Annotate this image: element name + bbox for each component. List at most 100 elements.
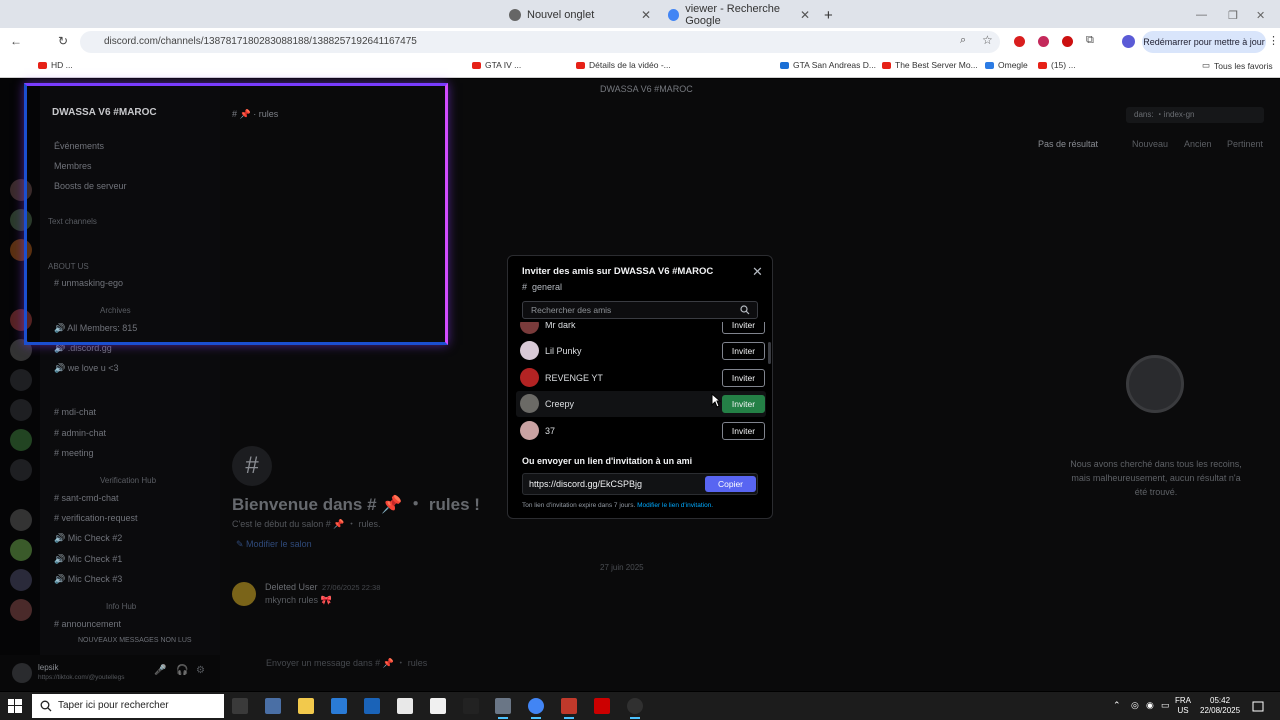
server-icon[interactable]	[10, 399, 32, 421]
window-close-button[interactable]: ✕	[1256, 4, 1265, 26]
category-label[interactable]: Verification Hub	[100, 476, 156, 485]
search-input[interactable]: dans: ・index-gn	[1126, 107, 1264, 123]
youtube-icon	[576, 61, 585, 69]
invite-button[interactable]: Inviter	[722, 322, 765, 334]
server-icon[interactable]	[10, 369, 32, 391]
friend-list: Mr dark Inviter Lil Punky Inviter REVENG…	[516, 322, 766, 444]
edit-invite-link[interactable]: Modifier le lien d'invitation.	[637, 502, 713, 509]
close-icon[interactable]: ✕	[800, 8, 810, 22]
back-icon[interactable]: ←	[10, 34, 22, 48]
headphones-icon[interactable]: 🎧	[176, 665, 188, 676]
bookmark-item[interactable]: HD ...	[38, 60, 73, 70]
channel-item[interactable]: # sant-cmd-chat	[54, 493, 119, 503]
all-bookmarks[interactable]: ▭ Tous les favoris	[1202, 60, 1273, 71]
tab-new-tab[interactable]: Nouvel onglet ✕	[509, 4, 651, 26]
channel-item[interactable]: # verification-request	[54, 513, 138, 523]
avatar[interactable]	[12, 663, 32, 683]
tab-newest[interactable]: Nouveau	[1132, 139, 1168, 149]
notification-icon[interactable]	[1252, 700, 1264, 718]
message-author[interactable]: Deleted User	[265, 582, 318, 592]
server-icon[interactable]	[10, 539, 32, 561]
tray-chevron-icon[interactable]: ⌃	[1113, 700, 1121, 711]
hash-icon: #	[232, 446, 272, 486]
app-icon[interactable]	[495, 698, 511, 719]
keyboard-language[interactable]: FRA US	[1175, 696, 1191, 716]
close-icon[interactable]: ✕	[641, 8, 651, 22]
youtube-icon[interactable]	[594, 698, 610, 714]
server-icon[interactable]	[10, 459, 32, 481]
chrome-icon[interactable]	[528, 698, 544, 719]
channel-item[interactable]: 🔊 Mic Check #1	[54, 554, 122, 565]
menu-icon[interactable]: ⋮	[1268, 34, 1279, 47]
extension-icon[interactable]	[1014, 36, 1025, 47]
bookmark-item[interactable]: (15) ...	[1038, 60, 1076, 70]
channel-item[interactable]: # meeting	[54, 448, 94, 458]
copy-button[interactable]: Copier	[705, 476, 756, 492]
channel-item[interactable]: 🔊 Mic Check #3	[54, 574, 122, 585]
bookmark-item[interactable]: GTA San Andreas D...	[780, 60, 876, 70]
microphone-app-icon[interactable]	[561, 698, 577, 719]
extensions-puzzle-icon[interactable]: ⧉	[1086, 34, 1094, 47]
close-icon[interactable]: ✕	[752, 264, 763, 280]
magnifier-icon	[1126, 355, 1184, 413]
channel-item[interactable]: 🔊 Mic Check #2	[54, 533, 122, 544]
tray-app-icon[interactable]: ◉	[1146, 700, 1154, 711]
bookmark-item[interactable]: GTA IV ...	[472, 60, 521, 70]
invite-link-label: Ou envoyer un lien d'invitation à un ami	[522, 456, 693, 466]
new-tab-button[interactable]: +	[824, 4, 833, 26]
friend-list-scrollbar[interactable]	[768, 342, 771, 364]
outlook-icon[interactable]	[364, 698, 380, 714]
channel-item[interactable]: # mdi-chat	[54, 407, 96, 417]
invite-button[interactable]: Inviter	[722, 395, 765, 413]
notepad-icon[interactable]	[397, 698, 413, 714]
bookmark-item[interactable]: Détails de la vidéo -...	[576, 60, 671, 70]
tab-oldest[interactable]: Ancien	[1184, 139, 1212, 149]
maximize-button[interactable]: ❐	[1228, 4, 1238, 26]
tray-app-icon[interactable]: ◎	[1131, 700, 1139, 711]
extension-icon[interactable]	[1038, 36, 1049, 47]
vscode-icon[interactable]	[331, 698, 347, 714]
gear-icon[interactable]: ⚙	[196, 665, 205, 676]
bookmark-item[interactable]: Omegle	[985, 60, 1028, 70]
invite-button[interactable]: Inviter	[722, 369, 765, 387]
channel-item[interactable]: # announcement	[54, 619, 121, 629]
obs-icon[interactable]	[627, 698, 643, 719]
minimize-button[interactable]: —	[1196, 4, 1207, 26]
channel-item[interactable]: # admin-chat	[54, 428, 106, 438]
task-view-icon[interactable]	[232, 698, 248, 714]
invite-button[interactable]: Inviter	[722, 422, 765, 440]
mic-icon[interactable]: 🎤	[154, 665, 166, 676]
zoom-icon[interactable]: ⌕	[960, 34, 966, 47]
message-input[interactable]: Envoyer un message dans # 📌 ・ rules	[232, 651, 1028, 675]
server-icon[interactable]	[10, 509, 32, 531]
server-icon[interactable]	[10, 599, 32, 621]
server-icon[interactable]	[10, 569, 32, 591]
invite-button[interactable]: Inviter	[722, 342, 765, 360]
channel-item[interactable]: 🔊 we love u <3	[54, 363, 119, 374]
profile-avatar[interactable]	[1122, 35, 1135, 48]
friend-search-input[interactable]: Rechercher des amis	[522, 301, 758, 319]
plus-icon: +	[824, 6, 833, 24]
network-icon[interactable]: ▭	[1161, 700, 1170, 711]
extension-icon[interactable]	[1062, 36, 1073, 47]
reload-icon[interactable]: ↻	[58, 34, 68, 48]
windows-start-icon[interactable]	[8, 699, 22, 718]
edit-channel-link[interactable]: ✎ Modifier le salon	[236, 539, 312, 550]
server-icon[interactable]	[10, 429, 32, 451]
avatar[interactable]	[232, 582, 256, 606]
taskbar-clock[interactable]: 05:42 22/08/2025	[1200, 696, 1240, 716]
star-icon[interactable]: ☆	[982, 33, 993, 47]
address-bar[interactable]: discord.com/channels/1387817180283088188…	[80, 31, 1000, 53]
epic-games-icon[interactable]	[463, 698, 479, 714]
tab-relevant[interactable]: Pertinent	[1227, 139, 1263, 149]
taskbar-search-input[interactable]: Taper ici pour rechercher	[32, 694, 224, 718]
document-icon[interactable]	[430, 698, 446, 714]
tab-google-search[interactable]: viewer - Recherche Google ✕	[668, 3, 810, 27]
bookmark-item[interactable]: The Best Server Mo...	[882, 60, 978, 70]
category-label[interactable]: Info Hub	[106, 602, 136, 611]
calculator-icon[interactable]	[265, 698, 281, 714]
invite-link-field[interactable]: https://discord.gg/EkCSPBjg Copier	[522, 473, 758, 495]
new-messages-pill[interactable]: NOUVEAUX MESSAGES NON LUS	[78, 637, 192, 644]
file-explorer-icon[interactable]	[298, 698, 314, 714]
restart-update-button[interactable]: Redémarrer pour mettre à jour	[1142, 31, 1266, 53]
